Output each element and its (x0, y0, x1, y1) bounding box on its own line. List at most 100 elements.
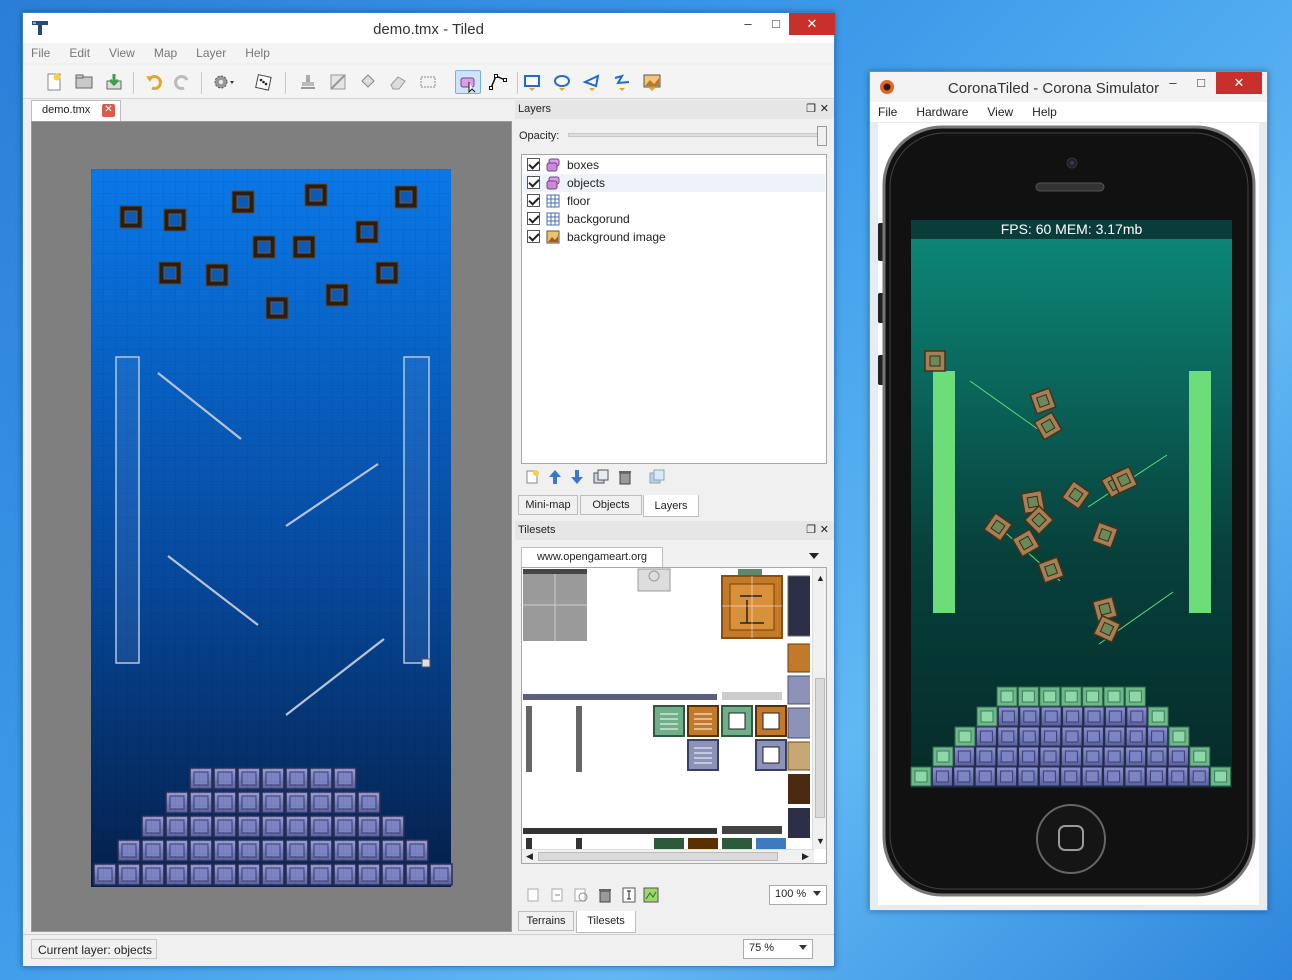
edit-polygons-button[interactable] (485, 70, 511, 94)
close-panel-icon[interactable]: ✕ (820, 100, 829, 119)
tileset-horizontal-scrollbar[interactable]: ◀ ▶ (522, 849, 814, 863)
new-map-button[interactable] (41, 70, 67, 94)
random-mode-button[interactable] (251, 70, 277, 94)
import-tileset-icon[interactable] (549, 887, 565, 903)
layer-visibility-checkbox[interactable] (527, 176, 540, 189)
menu-view[interactable]: View (109, 46, 135, 60)
tiled-close-button[interactable]: ✕ (789, 13, 835, 35)
corona-minimize-button[interactable]: – (1160, 72, 1186, 94)
delete-tileset-icon[interactable] (597, 887, 613, 903)
tab-mini-map[interactable]: Mini-map (518, 495, 578, 515)
map-canvas[interactable] (32, 122, 513, 933)
tiled-minimize-button[interactable]: – (735, 13, 761, 35)
stamp-brush-button[interactable] (295, 70, 321, 94)
opacity-slider-handle[interactable] (817, 126, 827, 146)
insert-polygon-button[interactable] (579, 70, 605, 94)
tileset-vertical-scrollbar[interactable]: ▲ ▼ (812, 568, 826, 849)
menu-file[interactable]: File (31, 46, 50, 60)
float-panel-icon[interactable]: ❐ (806, 100, 816, 119)
tileset-toolbar (523, 885, 673, 905)
duplicate-layer-icon[interactable] (593, 469, 609, 485)
home-button[interactable] (1036, 804, 1106, 874)
redo-button[interactable] (169, 70, 195, 94)
commands-button[interactable] (209, 70, 235, 94)
game-screen[interactable] (910, 220, 1232, 788)
lower-layer-icon[interactable] (569, 469, 585, 485)
corona-maximize-button[interactable]: □ (1188, 72, 1214, 94)
tiled-menubar: File Edit View Map Layer Help (23, 43, 834, 63)
document-tab[interactable]: demo.tmx ✕ (31, 100, 121, 121)
layer-row-objects[interactable]: objects (523, 174, 825, 192)
new-layer-icon[interactable] (525, 469, 541, 485)
layer-row-floor[interactable]: floor (523, 192, 825, 210)
current-layer-status: Current layer: objects (31, 939, 158, 959)
edit-terrain-icon[interactable] (643, 887, 659, 903)
insert-tile-button[interactable] (639, 70, 665, 94)
tab-objects[interactable]: Objects (580, 495, 642, 515)
corona-titlebar[interactable]: CoronaTiled - Corona Simulator – □ ✕ (870, 72, 1267, 102)
bucket-fill-button[interactable] (355, 70, 381, 94)
select-rect-icon (420, 76, 436, 88)
delete-layer-icon[interactable] (617, 469, 633, 485)
corona-menu-hardware[interactable]: Hardware (916, 105, 968, 119)
left-wall-object[interactable] (115, 356, 140, 664)
opacity-slider[interactable] (568, 133, 826, 137)
float-panel-icon[interactable]: ❐ (806, 521, 816, 540)
corona-close-button[interactable]: ✕ (1216, 72, 1262, 94)
undo-button[interactable] (141, 70, 167, 94)
right-wall-object[interactable] (403, 356, 430, 664)
layer-visibility-checkbox[interactable] (527, 194, 540, 207)
layer-visibility-checkbox[interactable] (527, 158, 540, 171)
scroll-thumb[interactable] (538, 852, 778, 861)
eraser-button[interactable] (385, 70, 411, 94)
tileset-tab[interactable]: www.opengameart.org (521, 547, 663, 567)
sim-floor-tile (1103, 686, 1125, 707)
scroll-right-chevron-icon[interactable]: ▶ (802, 851, 809, 862)
resize-handle[interactable] (421, 658, 431, 668)
tileset-menu-chevron-icon[interactable] (809, 553, 819, 559)
terrain-brush-button[interactable] (325, 70, 351, 94)
close-panel-icon[interactable]: ✕ (820, 521, 829, 540)
bucket-icon (361, 74, 375, 88)
tiled-titlebar[interactable]: demo.tmx - Tiled – □ ✕ (23, 13, 835, 43)
layer-visibility-checkbox[interactable] (527, 212, 540, 225)
layer-row-backgorund[interactable]: backgorund (523, 210, 825, 228)
corona-window: CoronaTiled - Corona Simulator – □ ✕ Fil… (869, 71, 1268, 911)
select-objects-button[interactable] (455, 70, 481, 94)
layer-row-boxes[interactable]: boxes (523, 156, 825, 174)
scroll-up-chevron-icon[interactable]: ▲ (816, 573, 825, 583)
sim-floor-tile (1061, 726, 1083, 747)
insert-polyline-button[interactable] (609, 70, 635, 94)
tileset-zoom-select[interactable]: 100 % (769, 885, 827, 905)
corona-menu-view[interactable]: View (987, 105, 1013, 119)
corona-menu-file[interactable]: File (878, 105, 897, 119)
scroll-left-chevron-icon[interactable]: ◀ (526, 851, 533, 862)
tileset-view[interactable]: ▲ ▼ ◀ ▶ (521, 567, 827, 864)
layer-visibility-checkbox[interactable] (527, 230, 540, 243)
insert-rectangle-button[interactable] (519, 70, 545, 94)
menu-help[interactable]: Help (245, 46, 270, 60)
menu-edit[interactable]: Edit (69, 46, 90, 60)
tab-layers[interactable]: Layers (643, 495, 699, 517)
new-tileset-icon[interactable] (525, 887, 541, 903)
export-tileset-icon[interactable] (573, 887, 589, 903)
save-map-button[interactable] (101, 70, 127, 94)
corona-menu-help[interactable]: Help (1032, 105, 1057, 119)
layer-properties-icon[interactable] (649, 469, 665, 485)
menu-layer[interactable]: Layer (196, 46, 226, 60)
map-zoom-select[interactable]: 75 % (743, 939, 813, 959)
raise-layer-icon[interactable] (547, 469, 563, 485)
scroll-thumb[interactable] (815, 678, 825, 818)
tab-terrains[interactable]: Terrains (518, 911, 574, 931)
menu-map[interactable]: Map (154, 46, 177, 60)
layer-row-background-image[interactable]: background image (523, 228, 825, 246)
tab-tilesets[interactable]: Tilesets (576, 911, 636, 933)
tileset-properties-icon[interactable] (621, 887, 637, 903)
rectangle-select-button[interactable] (415, 70, 441, 94)
tiled-maximize-button[interactable]: □ (763, 13, 789, 35)
close-tab-icon[interactable]: ✕ (102, 104, 115, 117)
scroll-down-chevron-icon[interactable]: ▼ (816, 836, 825, 846)
map-viewport[interactable] (31, 121, 512, 932)
insert-ellipse-button[interactable] (549, 70, 575, 94)
open-map-button[interactable] (71, 70, 97, 94)
